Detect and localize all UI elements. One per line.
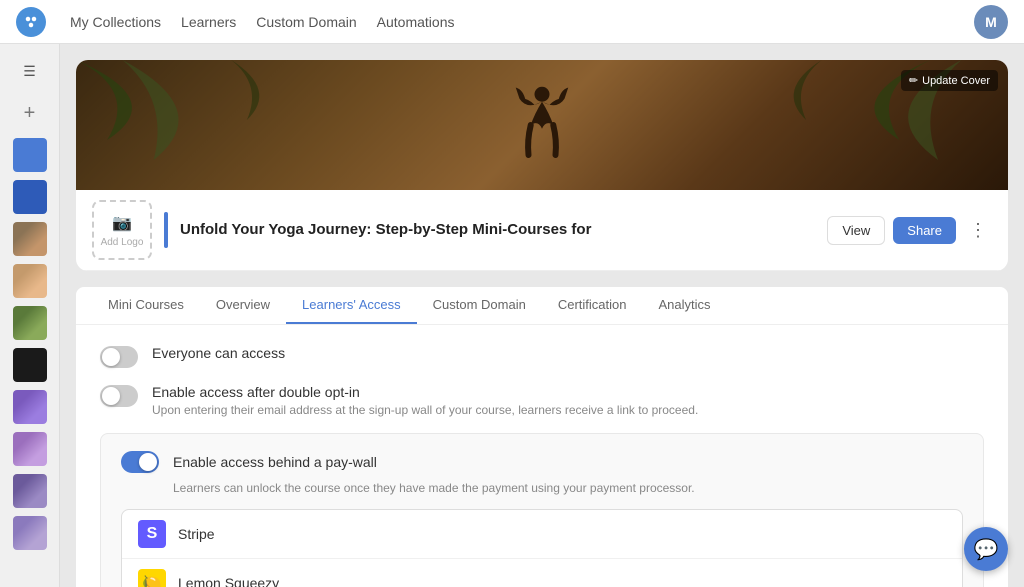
stripe-icon: S [138, 520, 166, 548]
tab-overview[interactable]: Overview [200, 287, 286, 324]
nav-custom-domain[interactable]: Custom Domain [256, 14, 356, 30]
course-title: Unfold Your Yoga Journey: Step-by-Step M… [180, 220, 815, 240]
tab-analytics[interactable]: Analytics [642, 287, 726, 324]
sidebar-item-collection-3[interactable] [13, 222, 47, 256]
tab-certification[interactable]: Certification [542, 287, 643, 324]
sidebar-item-collection-1[interactable] [13, 138, 47, 172]
sidebar-item-collection-6[interactable] [13, 348, 47, 382]
lemon-squeezy-label: Lemon Squeezy [178, 575, 279, 587]
nav-learners[interactable]: Learners [181, 14, 236, 30]
title-accent-bar [164, 212, 168, 248]
toggle-knob [139, 453, 157, 471]
chat-fab-button[interactable]: 💬 [964, 527, 1008, 571]
course-info-row: 📷 Add Logo Unfold Your Yoga Journey: Ste… [76, 190, 1008, 271]
settings-content: Everyone can access Enable access after … [76, 325, 1008, 587]
sidebar-item-collection-8[interactable] [13, 432, 47, 466]
sidebar: ☰ + [0, 44, 60, 587]
course-card: ✏ Update Cover 📷 Add Logo Unfold Your Yo… [76, 60, 1008, 271]
double-optin-row: Enable access after double opt-in Upon e… [100, 384, 984, 417]
payment-options-list: S Stripe 🍋 Lemon Squeezy P Pabbly [121, 509, 963, 587]
add-collection-button[interactable]: + [13, 96, 47, 130]
menu-icon[interactable]: ☰ [13, 54, 47, 88]
view-button[interactable]: View [827, 216, 885, 245]
paywall-header: Enable access behind a pay-wall [121, 450, 963, 473]
user-avatar[interactable]: M [974, 5, 1008, 39]
sidebar-item-collection-9[interactable] [13, 474, 47, 508]
sidebar-item-collection-7[interactable] [13, 390, 47, 424]
camera-icon: 📷 [112, 213, 132, 233]
sidebar-item-collection-4[interactable] [13, 264, 47, 298]
app-logo[interactable] [16, 7, 46, 37]
everyone-access-toggle[interactable] [100, 346, 138, 368]
paywall-desc: Learners can unlock the course once they… [173, 481, 963, 495]
pencil-icon: ✏ [909, 74, 918, 87]
paywall-toggle[interactable] [121, 451, 159, 473]
add-logo-button[interactable]: 📷 Add Logo [92, 200, 152, 260]
toggle-knob [102, 348, 120, 366]
tab-learners-access[interactable]: Learners' Access [286, 287, 417, 324]
course-actions: View Share ⋮ [827, 216, 992, 245]
paywall-section: Enable access behind a pay-wall Learners… [100, 433, 984, 587]
everyone-access-row: Everyone can access [100, 345, 984, 368]
tab-mini-courses[interactable]: Mini Courses [92, 287, 200, 324]
update-cover-button[interactable]: ✏ Update Cover [901, 70, 998, 91]
chat-icon: 💬 [974, 537, 999, 562]
payment-option-stripe[interactable]: S Stripe [122, 510, 962, 559]
main-content: ✏ Update Cover 📷 Add Logo Unfold Your Yo… [60, 44, 1024, 587]
main-layout: ☰ + [0, 44, 1024, 587]
top-navigation: My Collections Learners Custom Domain Au… [0, 0, 1024, 44]
double-optin-desc: Upon entering their email address at the… [152, 403, 698, 417]
share-button[interactable]: Share [893, 217, 956, 244]
sidebar-item-collection-10[interactable] [13, 516, 47, 550]
more-options-button[interactable]: ⋮ [964, 216, 992, 244]
everyone-access-label: Everyone can access [152, 345, 285, 361]
lemon-squeezy-icon: 🍋 [138, 569, 166, 587]
sidebar-item-collection-5[interactable] [13, 306, 47, 340]
nav-automations[interactable]: Automations [377, 14, 455, 30]
double-optin-toggle[interactable] [100, 385, 138, 407]
paywall-label: Enable access behind a pay-wall [173, 454, 377, 470]
tab-custom-domain[interactable]: Custom Domain [417, 287, 542, 324]
sidebar-item-collection-2[interactable] [13, 180, 47, 214]
payment-option-lemon-squeezy[interactable]: 🍋 Lemon Squeezy [122, 559, 962, 587]
nav-links: My Collections Learners Custom Domain Au… [70, 14, 455, 30]
course-cover: ✏ Update Cover [76, 60, 1008, 190]
tabs-row: Mini Courses Overview Learners' Access C… [76, 287, 1008, 325]
toggle-knob [102, 387, 120, 405]
stripe-label: Stripe [178, 526, 215, 542]
double-optin-label: Enable access after double opt-in [152, 384, 698, 400]
nav-my-collections[interactable]: My Collections [70, 14, 161, 30]
